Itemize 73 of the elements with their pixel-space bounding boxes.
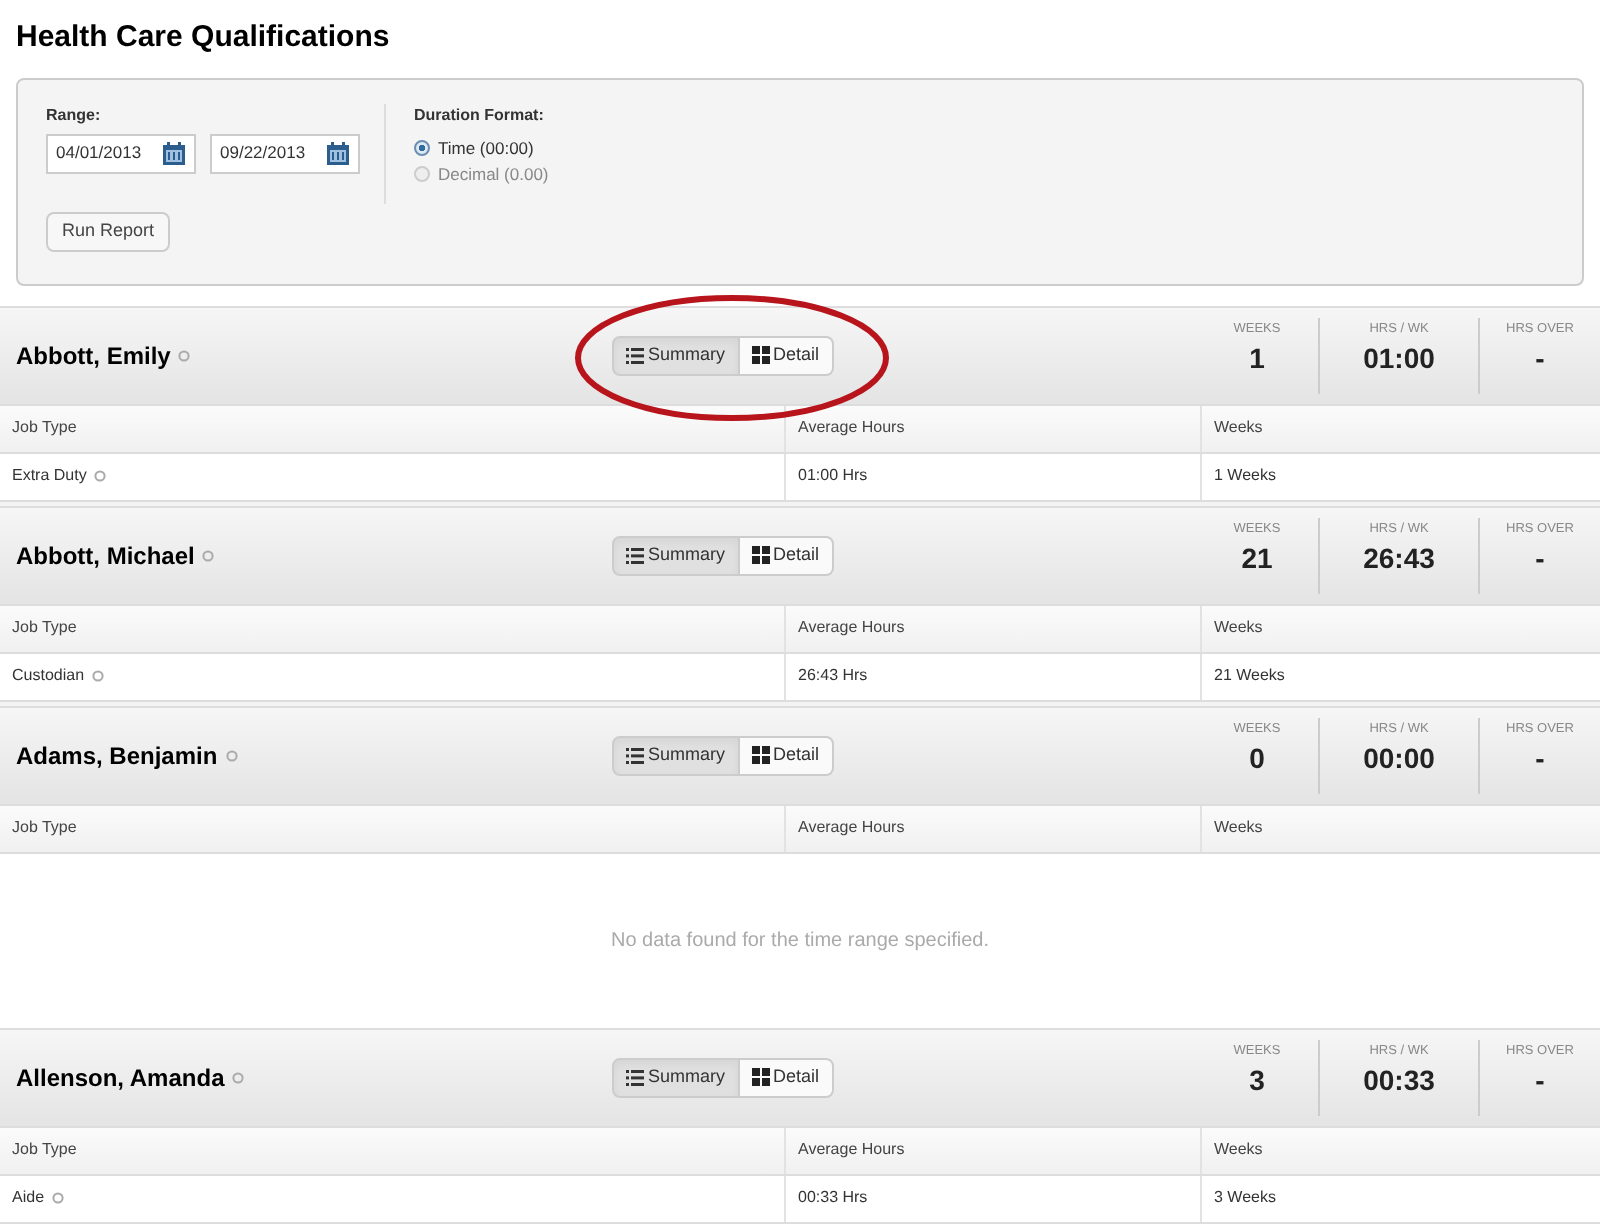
employee-name: Abbott, Emily (0, 337, 612, 373)
info-icon[interactable] (52, 1192, 65, 1204)
employee-name: Abbott, Michael (0, 537, 612, 573)
view-toggle-button[interactable]: Detail (739, 735, 834, 775)
employee-name: Adams, Benjamin (0, 737, 612, 773)
list-icon (626, 547, 644, 563)
stat-value: - (1535, 340, 1545, 379)
stat-value: - (1535, 1062, 1545, 1101)
info-icon[interactable] (202, 550, 215, 563)
view-toggle-button[interactable]: Detail (739, 1057, 834, 1097)
list-icon (626, 1069, 644, 1085)
radio-button[interactable] (414, 166, 430, 182)
table-cell: 26:43 Hrs (784, 653, 1200, 699)
radio-button[interactable] (414, 140, 430, 156)
table-cell: Custodian (0, 653, 784, 699)
column-header: Job Type (10, 1138, 79, 1162)
column-header: Weeks (1200, 405, 1600, 451)
radio-label: Decimal (0.00) (438, 161, 549, 187)
column-header: Average Hours (784, 805, 1200, 851)
stat-value: 00:00 (1363, 740, 1435, 779)
page-title: Health Care Qualifications (14, 18, 392, 58)
calendar-icon[interactable] (162, 141, 186, 165)
list-icon (626, 347, 644, 363)
info-icon[interactable] (232, 1072, 245, 1085)
column-header: Weeks (1200, 1127, 1600, 1173)
date-field[interactable]: 04/01/2013 (46, 133, 196, 173)
grid-icon (751, 1068, 770, 1086)
table-cell: Extra Duty (0, 453, 784, 499)
table-cell: 21 Weeks (1200, 653, 1600, 699)
table-cell: 3 Weeks (1200, 1175, 1600, 1221)
column-header: Average Hours (784, 1127, 1200, 1173)
view-toggle-button[interactable]: Summary (612, 735, 740, 775)
grid-icon (751, 746, 770, 764)
stat-value: 21 (1241, 540, 1273, 579)
employee-name: Allenson, Amanda (0, 1059, 612, 1095)
run-report-button[interactable]: Run Report (46, 211, 171, 251)
column-header: Job Type (10, 416, 79, 440)
stat-value: - (1535, 540, 1545, 579)
radio-label: Time (00:00) (438, 135, 534, 161)
range-label: Range: (46, 103, 103, 127)
view-toggle-button[interactable]: Detail (739, 535, 834, 575)
empty-message: No data found for the time range specified. (610, 927, 989, 955)
grid-icon (751, 346, 770, 364)
table-cell: 1 Weeks (1200, 453, 1600, 499)
stat-value: 00:33 (1363, 1062, 1435, 1101)
table-cell: 01:00 Hrs (784, 453, 1200, 499)
column-header: Average Hours (784, 405, 1200, 451)
stat-value: 1 (1249, 340, 1265, 379)
table-cell: Aide (0, 1175, 784, 1221)
date-field[interactable]: 09/22/2013 (210, 133, 360, 173)
stat-value: 01:00 (1363, 340, 1435, 379)
grid-icon (751, 546, 770, 564)
view-toggle-button[interactable]: Summary (612, 335, 740, 375)
column-header: Weeks (1200, 605, 1600, 651)
table-cell: 00:33 Hrs (784, 1175, 1200, 1221)
view-toggle-button[interactable]: Summary (612, 1057, 740, 1097)
info-icon[interactable] (178, 350, 191, 363)
column-header: Job Type (10, 616, 79, 640)
calendar-icon[interactable] (326, 141, 350, 165)
info-icon[interactable] (94, 470, 107, 482)
stat-value: 26:43 (1363, 540, 1435, 579)
view-toggle-button[interactable]: Summary (612, 535, 740, 575)
column-header: Average Hours (784, 605, 1200, 651)
column-header: Job Type (10, 816, 79, 840)
info-icon[interactable] (225, 750, 238, 763)
column-header: Weeks (1200, 805, 1600, 851)
duration-format-label: Duration Format: (414, 103, 546, 127)
stat-value: 0 (1249, 740, 1265, 779)
list-icon (626, 747, 644, 763)
stat-value: 3 (1249, 1062, 1265, 1101)
info-icon[interactable] (92, 670, 105, 682)
stat-value: - (1535, 740, 1545, 779)
view-toggle-button[interactable]: Detail (739, 335, 834, 375)
